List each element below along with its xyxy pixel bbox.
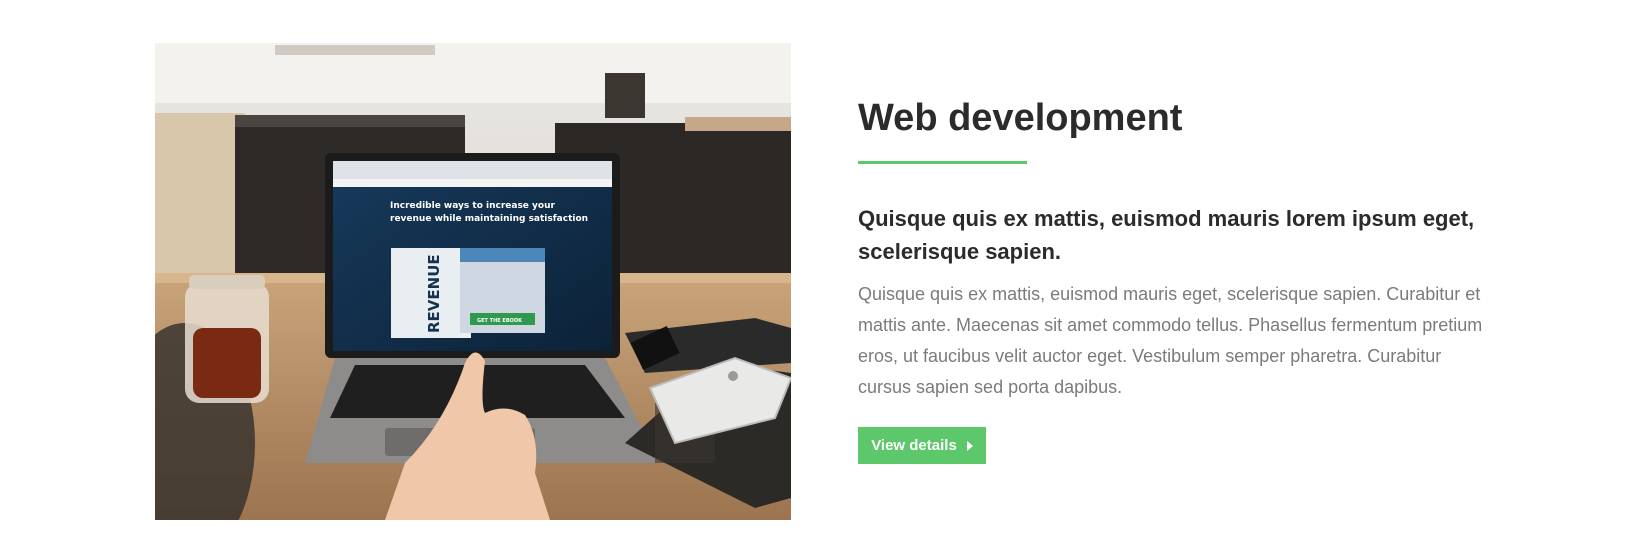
screen-headline-1: Incredible ways to increase your (390, 201, 556, 211)
feature-description: Quisque quis ex mattis, euismod mauris e… (858, 284, 1483, 397)
screen-cta: GET THE EBOOK (477, 318, 523, 324)
title-divider (858, 161, 1027, 164)
view-details-label: View details (871, 437, 957, 454)
feature-title: Web development (858, 97, 1183, 139)
screen-headline-2: revenue while maintaining satisfaction (390, 214, 588, 224)
view-details-button[interactable]: View details (858, 427, 986, 464)
screen-banner: REVENUE (425, 254, 443, 333)
feature-photo: Incredible ways to increase your revenue… (155, 43, 791, 520)
feature-section: Incredible ways to increase your revenue… (0, 0, 1651, 557)
feature-subtitle: Quisque quis ex mattis, euismod mauris l… (858, 206, 1475, 264)
chevron-right-icon (966, 440, 973, 451)
